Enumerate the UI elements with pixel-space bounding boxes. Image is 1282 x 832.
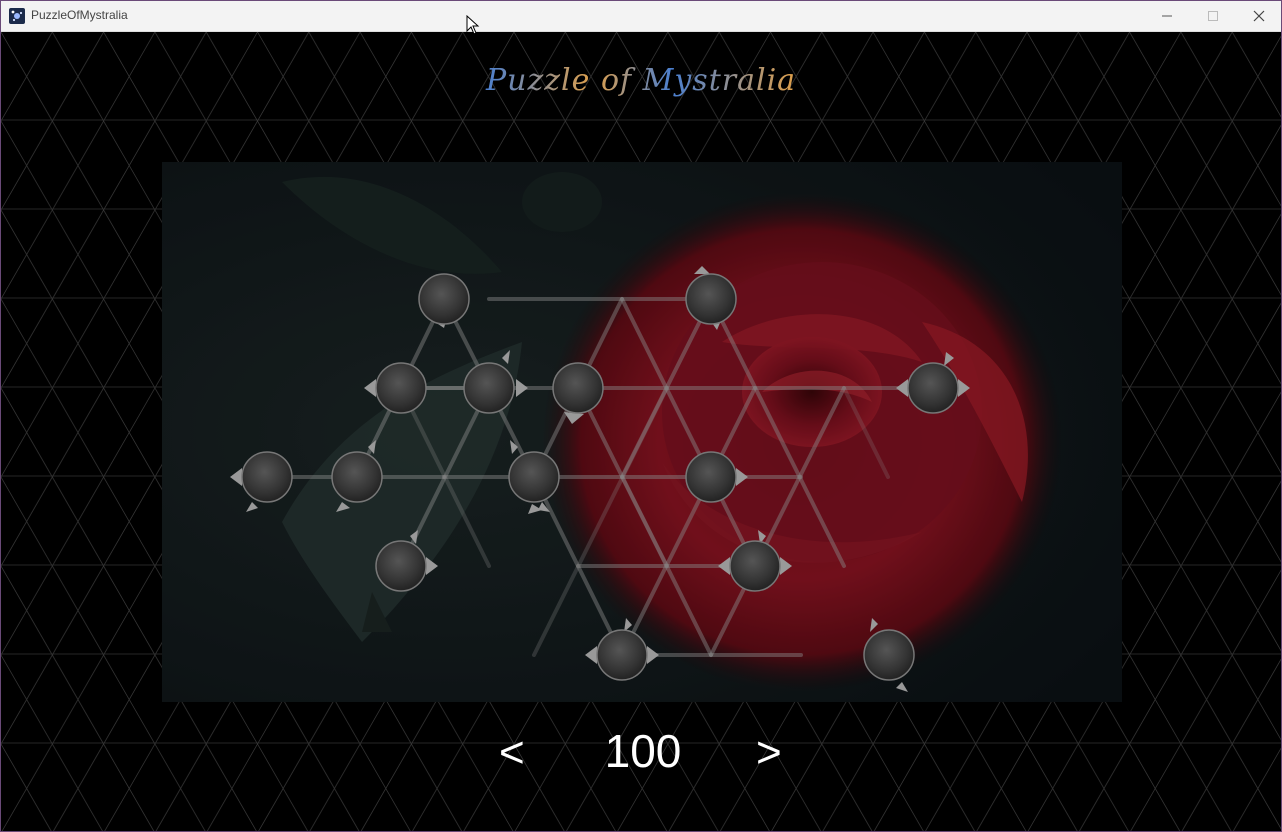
maximize-icon <box>1208 11 1218 21</box>
title-bar[interactable]: PuzzleOfMystralia <box>1 1 1281 32</box>
game-logo: Puzzle of Mystralia <box>485 63 796 98</box>
minimize-button[interactable] <box>1144 1 1190 31</box>
mouse-cursor-icon <box>466 15 480 35</box>
prev-level-button[interactable]: < <box>499 729 525 777</box>
next-level-button[interactable]: > <box>756 729 782 777</box>
close-icon <box>1253 10 1265 22</box>
level-counter: 100 <box>604 725 682 777</box>
board-canvas <box>162 162 1122 702</box>
close-button[interactable] <box>1236 1 1281 31</box>
app-icon <box>9 8 25 24</box>
minimize-icon <box>1162 15 1172 17</box>
game-window: PuzzleOfMystralia Puzzle of Mystralia < … <box>0 0 1282 832</box>
maximize-button[interactable] <box>1190 1 1236 31</box>
logo-text: Puzzle of Mystralia <box>485 63 796 98</box>
window-title: PuzzleOfMystralia <box>31 8 128 22</box>
puzzle-board[interactable] <box>162 162 1122 702</box>
game-area: Puzzle of Mystralia < 100 > <box>1 32 1281 831</box>
